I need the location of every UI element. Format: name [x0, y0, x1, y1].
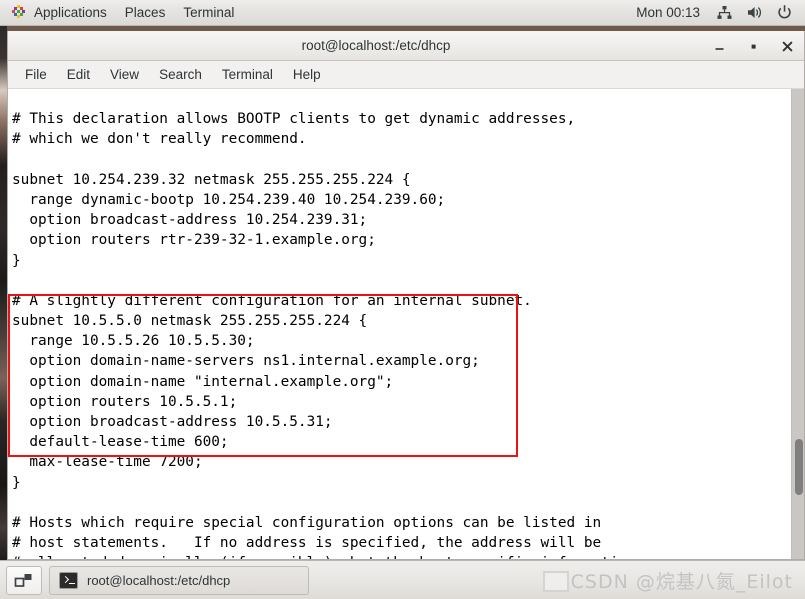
terminal-line: subnet 10.5.5.0 netmask 255.255.255.224 … — [12, 313, 368, 330]
terminal-line: option routers 10.5.5.1; — [12, 393, 238, 410]
terminal-line: # Hosts which require special configurat… — [12, 514, 602, 531]
watermark: CSDN @烷基八氮_Eilot — [542, 567, 799, 594]
terminal-line: # This declaration allows BOOTP clients … — [12, 111, 576, 128]
applications-pinwheel-icon — [10, 4, 27, 21]
terminal-line: option domain-name "internal.example.org… — [12, 373, 394, 390]
terminal-line: default-lease-time 600; — [12, 434, 229, 451]
maximize-icon[interactable] — [745, 38, 762, 55]
scrollbar-thumb[interactable] — [795, 439, 803, 495]
desktop-wallpaper-strip — [0, 26, 7, 560]
terminal-line: # A slightly different configuration for… — [12, 292, 532, 309]
clock[interactable]: Mon 00:13 — [636, 5, 700, 20]
minimize-icon[interactable] — [711, 38, 728, 55]
terminal-line: } — [12, 474, 21, 491]
terminal-line: option domain-name-servers ns1.internal.… — [12, 353, 480, 370]
close-icon[interactable] — [779, 38, 796, 55]
top-panel: Applications Places Terminal Mon 00:13 — [0, 0, 805, 26]
network-icon[interactable] — [716, 4, 733, 21]
workspace-switcher-icon[interactable] — [6, 565, 42, 595]
panel-menu-applications[interactable]: Applications — [0, 0, 116, 26]
watermark-box — [542, 570, 569, 592]
terminal-icon — [59, 571, 78, 589]
window-title: root@localhost:/etc/dhcp — [301, 38, 451, 53]
terminal-line: range 10.5.5.26 10.5.5.30; — [12, 333, 255, 350]
system-tray: Mon 00:13 — [636, 0, 805, 26]
watermark-text: CSDN @烷基八氮_Eilot — [570, 570, 793, 593]
bottom-panel: root@localhost:/etc/dhcp CSDN @烷基八氮_Eilo… — [0, 560, 805, 599]
menu-edit[interactable]: Edit — [57, 61, 100, 89]
menu-search[interactable]: Search — [149, 61, 212, 89]
power-icon[interactable] — [776, 4, 793, 21]
taskbar-window-button[interactable]: root@localhost:/etc/dhcp — [49, 565, 309, 595]
panel-menu-places-label: Places — [124, 4, 166, 20]
menu-help[interactable]: Help — [283, 61, 331, 89]
terminal-line: max-lease-time 7200; — [12, 454, 203, 471]
desktop: Applications Places Terminal Mon 00:13 r… — [0, 0, 805, 599]
panel-menu-terminal-label: Terminal — [183, 4, 235, 20]
menu-file[interactable]: File — [15, 61, 57, 89]
terminal-scrollbar[interactable] — [791, 89, 804, 559]
terminal-line: option broadcast-address 10.5.5.31; — [12, 414, 333, 430]
panel-menu-terminal[interactable]: Terminal — [174, 0, 243, 26]
menubar: File Edit View Search Terminal Help — [8, 61, 804, 89]
menu-terminal[interactable]: Terminal — [212, 61, 283, 89]
panel-menu-places[interactable]: Places — [116, 0, 175, 26]
menu-view[interactable]: View — [100, 61, 149, 89]
terminal-line: } — [12, 252, 21, 269]
panel-menu-applications-label: Applications — [34, 4, 107, 20]
terminal-line: option routers rtr-239-32-1.example.org; — [12, 232, 376, 249]
terminal-line: # allocated dynamically (if possible), b… — [12, 553, 791, 559]
terminal-window: root@localhost:/etc/dhcp File Edit View … — [7, 31, 805, 560]
terminal-line: option broadcast-address 10.254.239.31; — [12, 212, 368, 229]
terminal-body: } # This declaration allows BOOTP client… — [8, 89, 804, 559]
terminal-line: # host statements. If no address is spec… — [12, 535, 602, 552]
terminal-line: range dynamic-bootp 10.254.239.40 10.254… — [12, 191, 446, 208]
terminal-text-area[interactable]: } # This declaration allows BOOTP client… — [8, 89, 791, 559]
terminal-line: # which we don't really recommend. — [12, 131, 307, 148]
window-buttons — [711, 31, 796, 61]
volume-icon[interactable] — [746, 4, 763, 21]
terminal-line: subnet 10.254.239.32 netmask 255.255.255… — [12, 171, 411, 188]
taskbar-window-label: root@localhost:/etc/dhcp — [87, 572, 231, 588]
window-titlebar[interactable]: root@localhost:/etc/dhcp — [8, 31, 804, 61]
